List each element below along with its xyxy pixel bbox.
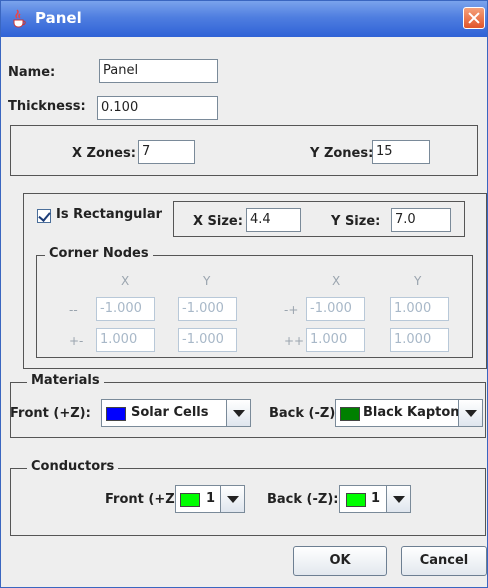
thickness-label: Thickness: [8, 99, 86, 114]
y-zones-field[interactable]: 15 [372, 140, 430, 164]
conductors-front-combo[interactable]: 1 [175, 485, 245, 513]
conductors-back-combo[interactable]: 1 [339, 485, 411, 513]
ok-button[interactable]: OK [293, 546, 387, 576]
col-y-label: Y [203, 274, 211, 288]
col-x2-label: X [332, 274, 341, 288]
node-label-pp: ++ [284, 334, 305, 348]
is-rectangular-checkbox[interactable] [37, 209, 51, 223]
col-y2-label: Y [414, 274, 422, 288]
materials-front-value: Solar Cells [131, 405, 209, 420]
close-button[interactable] [463, 7, 485, 29]
java-cup-icon [13, 9, 26, 28]
title-bar[interactable]: Panel [1, 1, 487, 37]
window-title: Panel [35, 9, 82, 27]
conductors-front-label: Front (+Z): [105, 492, 186, 507]
y-zones-label: Y Zones: [310, 146, 374, 161]
name-field[interactable]: Panel [99, 59, 218, 83]
materials-front-label: Front (+Z): [10, 406, 91, 421]
materials-back-value: Black Kapton [363, 405, 460, 420]
chevron-down-icon[interactable] [226, 400, 250, 426]
node-mp-x[interactable]: -1.000 [306, 297, 365, 321]
conductors-title: Conductors [27, 459, 119, 474]
thickness-field[interactable]: 0.100 [97, 96, 218, 120]
x-zones-label: X Zones: [72, 146, 136, 161]
chevron-down-icon[interactable] [386, 486, 410, 512]
node-label-mp: -+ [284, 303, 299, 317]
node-pp-x[interactable]: 1.000 [306, 328, 365, 352]
color-swatch-icon [180, 493, 200, 507]
materials-front-combo[interactable]: Solar Cells [101, 399, 251, 427]
node-pm-x[interactable]: 1.000 [96, 328, 155, 352]
node-label-pm: +- [69, 334, 84, 348]
conductors-back-label: Back (-Z): [267, 492, 339, 507]
y-size-field[interactable]: 7.0 [391, 208, 451, 232]
color-swatch-icon [346, 493, 366, 507]
node-pp-y[interactable]: 1.000 [390, 328, 449, 352]
cancel-button[interactable]: Cancel [401, 546, 487, 576]
node-mp-y[interactable]: 1.000 [390, 297, 449, 321]
conductors-back-value: 1 [371, 491, 381, 506]
is-rectangular-label: Is Rectangular [56, 207, 163, 222]
materials-back-combo[interactable]: Black Kapton [335, 399, 483, 427]
name-label: Name: [8, 65, 56, 80]
x-zones-field[interactable]: 7 [138, 140, 195, 164]
color-swatch-icon [106, 407, 126, 421]
materials-title: Materials [27, 373, 104, 388]
conductors-front-value: 1 [206, 491, 216, 506]
conductors-panel [10, 468, 486, 536]
color-swatch-icon [340, 407, 360, 421]
node-pm-y[interactable]: -1.000 [178, 328, 237, 352]
node-mm-y[interactable]: -1.000 [178, 297, 237, 321]
corner-nodes-title: Corner Nodes [45, 246, 153, 261]
materials-back-label: Back (-Z): [269, 406, 341, 421]
chevron-down-icon[interactable] [220, 486, 244, 512]
node-mm-x[interactable]: -1.000 [96, 297, 155, 321]
col-x-label: X [121, 274, 130, 288]
node-label-mm: -- [69, 303, 78, 317]
y-size-label: Y Size: [331, 214, 381, 229]
x-size-label: X Size: [193, 214, 243, 229]
panel-dialog: Panel Name: Panel Thickness: 0.100 X Zon… [0, 0, 488, 588]
chevron-down-icon[interactable] [458, 400, 482, 426]
x-size-field[interactable]: 4.4 [246, 208, 301, 232]
